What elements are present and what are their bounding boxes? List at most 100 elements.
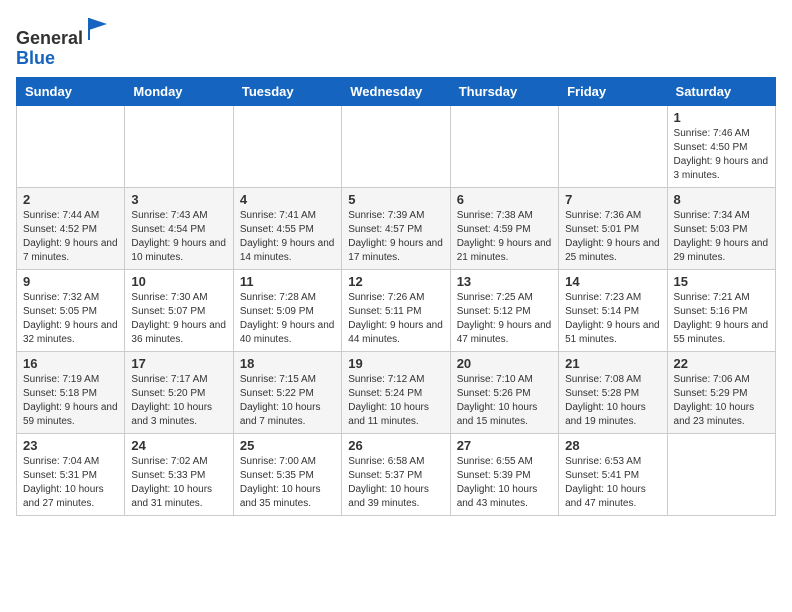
- calendar-cell: 15 Sunrise: 7:21 AM Sunset: 5:16 PM Dayli…: [667, 269, 775, 351]
- calendar-cell: 9Sunrise: 7:32 AM Sunset: 5:05 PM Daylig…: [17, 269, 125, 351]
- day-number: 1: [674, 110, 769, 125]
- calendar-cell: 3Sunrise: 7:43 AM Sunset: 4:54 PM Daylig…: [125, 187, 233, 269]
- calendar-cell: 20 Sunrise: 7:10 AM Sunset: 5:26 PM Dayli…: [450, 351, 558, 433]
- col-header-sunday: Sunday: [17, 77, 125, 105]
- calendar-cell: 14Sunrise: 7:23 AM Sunset: 5:14 PM Dayli…: [559, 269, 667, 351]
- calendar-cell: 1 Sunrise: 7:46 AM Sunset: 4:50 PM Daylig…: [667, 105, 775, 187]
- calendar-cell: 18 Sunrise: 7:15 AM Sunset: 5:22 PM Dayli…: [233, 351, 341, 433]
- calendar-cell: 12Sunrise: 7:26 AM Sunset: 5:11 PM Dayli…: [342, 269, 450, 351]
- day-info: Sunrise: 7:21 AM Sunset: 5:16 PM Dayligh…: [674, 291, 769, 347]
- calendar-cell: 24 Sunrise: 7:02 AM Sunset: 5:33 PM Dayli…: [125, 433, 233, 515]
- day-info: Sunrise: 7:15 AM Sunset: 5:22 PM Dayligh…: [240, 373, 335, 429]
- calendar-cell: [17, 105, 125, 187]
- day-info: Sunrise: 7:04 AM Sunset: 5:31 PM Dayligh…: [23, 455, 118, 511]
- calendar-cell: [233, 105, 341, 187]
- day-number: 22: [674, 356, 769, 371]
- calendar-cell: 26 Sunrise: 6:58 AM Sunset: 5:37 PM Dayli…: [342, 433, 450, 515]
- calendar-cell: [125, 105, 233, 187]
- day-info: Sunrise: 7:25 AM Sunset: 5:12 PM Dayligh…: [457, 291, 552, 347]
- calendar-cell: 7 Sunrise: 7:36 AM Sunset: 5:01 PM Daylig…: [559, 187, 667, 269]
- day-info: Sunrise: 7:34 AM Sunset: 5:03 PM Dayligh…: [674, 209, 769, 265]
- day-number: 26: [348, 438, 443, 453]
- calendar-cell: 10 Sunrise: 7:30 AM Sunset: 5:07 PM Dayli…: [125, 269, 233, 351]
- day-info: Sunrise: 7:08 AM Sunset: 5:28 PM Dayligh…: [565, 373, 660, 429]
- day-info: Sunrise: 7:19 AM Sunset: 5:18 PM Dayligh…: [23, 373, 118, 429]
- logo-general: General: [16, 28, 83, 48]
- day-info: Sunrise: 7:44 AM Sunset: 4:52 PM Dayligh…: [23, 209, 118, 265]
- day-number: 16: [23, 356, 118, 371]
- day-info: Sunrise: 7:32 AM Sunset: 5:05 PM Dayligh…: [23, 291, 118, 347]
- day-info: Sunrise: 7:39 AM Sunset: 4:57 PM Dayligh…: [348, 209, 443, 265]
- day-info: Sunrise: 7:38 AM Sunset: 4:59 PM Dayligh…: [457, 209, 552, 265]
- day-info: Sunrise: 7:36 AM Sunset: 5:01 PM Dayligh…: [565, 209, 660, 265]
- calendar-cell: [450, 105, 558, 187]
- day-info: Sunrise: 7:02 AM Sunset: 5:33 PM Dayligh…: [131, 455, 226, 511]
- calendar-cell: 6 Sunrise: 7:38 AM Sunset: 4:59 PM Daylig…: [450, 187, 558, 269]
- col-header-wednesday: Wednesday: [342, 77, 450, 105]
- calendar-cell: 23 Sunrise: 7:04 AM Sunset: 5:31 PM Dayli…: [17, 433, 125, 515]
- calendar-cell: 17 Sunrise: 7:17 AM Sunset: 5:20 PM Dayli…: [125, 351, 233, 433]
- day-info: Sunrise: 7:28 AM Sunset: 5:09 PM Dayligh…: [240, 291, 335, 347]
- day-number: 24: [131, 438, 226, 453]
- day-info: Sunrise: 7:12 AM Sunset: 5:24 PM Dayligh…: [348, 373, 443, 429]
- day-number: 17: [131, 356, 226, 371]
- calendar-week-row: 1 Sunrise: 7:46 AM Sunset: 4:50 PM Daylig…: [17, 105, 776, 187]
- day-info: Sunrise: 7:06 AM Sunset: 5:29 PM Dayligh…: [674, 373, 769, 429]
- day-number: 4: [240, 192, 335, 207]
- calendar-week-row: 23 Sunrise: 7:04 AM Sunset: 5:31 PM Dayli…: [17, 433, 776, 515]
- page-header: General Blue: [16, 16, 776, 69]
- calendar-cell: 13 Sunrise: 7:25 AM Sunset: 5:12 PM Dayli…: [450, 269, 558, 351]
- day-info: Sunrise: 6:58 AM Sunset: 5:37 PM Dayligh…: [348, 455, 443, 511]
- day-number: 7: [565, 192, 660, 207]
- col-header-thursday: Thursday: [450, 77, 558, 105]
- col-header-monday: Monday: [125, 77, 233, 105]
- day-number: 21: [565, 356, 660, 371]
- calendar-cell: [559, 105, 667, 187]
- day-number: 13: [457, 274, 552, 289]
- day-number: 12: [348, 274, 443, 289]
- calendar-cell: [667, 433, 775, 515]
- day-info: Sunrise: 7:30 AM Sunset: 5:07 PM Dayligh…: [131, 291, 226, 347]
- day-number: 20: [457, 356, 552, 371]
- calendar-cell: 25Sunrise: 7:00 AM Sunset: 5:35 PM Dayli…: [233, 433, 341, 515]
- calendar-cell: 5 Sunrise: 7:39 AM Sunset: 4:57 PM Daylig…: [342, 187, 450, 269]
- calendar-week-row: 2 Sunrise: 7:44 AM Sunset: 4:52 PM Daylig…: [17, 187, 776, 269]
- day-number: 27: [457, 438, 552, 453]
- day-number: 19: [348, 356, 443, 371]
- day-number: 2: [23, 192, 118, 207]
- day-number: 18: [240, 356, 335, 371]
- calendar-cell: 19 Sunrise: 7:12 AM Sunset: 5:24 PM Dayli…: [342, 351, 450, 433]
- logo-blue: Blue: [16, 48, 55, 68]
- logo-flag-icon: [85, 14, 113, 42]
- calendar-header-row: SundayMondayTuesdayWednesdayThursdayFrid…: [17, 77, 776, 105]
- day-number: 23: [23, 438, 118, 453]
- calendar-cell: 4 Sunrise: 7:41 AM Sunset: 4:55 PM Daylig…: [233, 187, 341, 269]
- day-number: 6: [457, 192, 552, 207]
- logo: General Blue: [16, 16, 113, 69]
- col-header-tuesday: Tuesday: [233, 77, 341, 105]
- day-number: 25: [240, 438, 335, 453]
- calendar-cell: 16 Sunrise: 7:19 AM Sunset: 5:18 PM Dayli…: [17, 351, 125, 433]
- calendar-cell: 11 Sunrise: 7:28 AM Sunset: 5:09 PM Dayli…: [233, 269, 341, 351]
- calendar-cell: 8 Sunrise: 7:34 AM Sunset: 5:03 PM Daylig…: [667, 187, 775, 269]
- day-number: 10: [131, 274, 226, 289]
- calendar-cell: 21 Sunrise: 7:08 AM Sunset: 5:28 PM Dayli…: [559, 351, 667, 433]
- day-info: Sunrise: 7:17 AM Sunset: 5:20 PM Dayligh…: [131, 373, 226, 429]
- day-info: Sunrise: 7:46 AM Sunset: 4:50 PM Dayligh…: [674, 127, 769, 183]
- calendar-cell: 27 Sunrise: 6:55 AM Sunset: 5:39 PM Dayli…: [450, 433, 558, 515]
- day-number: 15: [674, 274, 769, 289]
- day-info: Sunrise: 7:41 AM Sunset: 4:55 PM Dayligh…: [240, 209, 335, 265]
- day-info: Sunrise: 7:43 AM Sunset: 4:54 PM Dayligh…: [131, 209, 226, 265]
- day-number: 28: [565, 438, 660, 453]
- calendar-cell: 28Sunrise: 6:53 AM Sunset: 5:41 PM Dayli…: [559, 433, 667, 515]
- col-header-saturday: Saturday: [667, 77, 775, 105]
- day-number: 5: [348, 192, 443, 207]
- day-info: Sunrise: 6:55 AM Sunset: 5:39 PM Dayligh…: [457, 455, 552, 511]
- calendar-cell: [342, 105, 450, 187]
- calendar-week-row: 16 Sunrise: 7:19 AM Sunset: 5:18 PM Dayli…: [17, 351, 776, 433]
- day-number: 14: [565, 274, 660, 289]
- calendar-table: SundayMondayTuesdayWednesdayThursdayFrid…: [16, 77, 776, 516]
- day-info: Sunrise: 7:10 AM Sunset: 5:26 PM Dayligh…: [457, 373, 552, 429]
- day-number: 11: [240, 274, 335, 289]
- day-number: 8: [674, 192, 769, 207]
